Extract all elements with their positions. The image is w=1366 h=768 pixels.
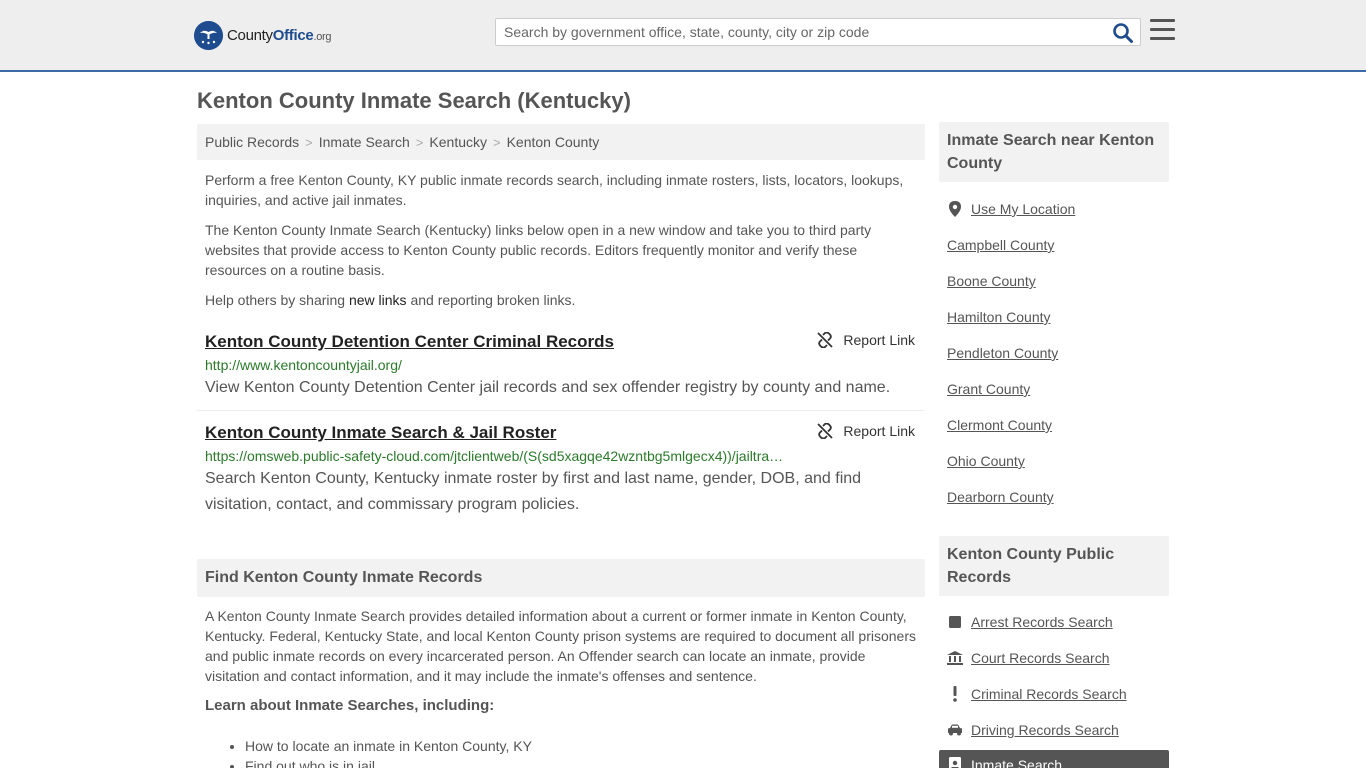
nearby-county-link[interactable]: Pendleton County bbox=[947, 345, 1058, 361]
record-item: Arrest Records Search bbox=[947, 614, 1113, 630]
nearby-county-item: Dearborn County bbox=[947, 489, 1054, 505]
use-location-link[interactable]: Use My Location bbox=[971, 201, 1075, 217]
resource-link-item: Kenton County Detention Center Criminal … bbox=[197, 328, 925, 410]
logo-wordmark: CountyOffice.org bbox=[227, 26, 332, 44]
nearby-county-link[interactable]: Hamilton County bbox=[947, 309, 1051, 325]
nearby-county-link[interactable]: Campbell County bbox=[947, 237, 1054, 253]
find-records-body: A Kenton County Inmate Search provides d… bbox=[205, 608, 916, 684]
breadcrumb-kenton-county[interactable]: Kenton County bbox=[507, 134, 600, 150]
nearby-heading: Inmate Search near Kenton County bbox=[939, 122, 1169, 182]
breadcrumb-separator-icon: > bbox=[415, 134, 424, 150]
record-item: Court Records Search bbox=[947, 650, 1110, 666]
nearby-county-item: Grant County bbox=[947, 381, 1030, 397]
nearby-county-item: Clermont County bbox=[947, 417, 1052, 433]
logo-county: County bbox=[227, 26, 273, 44]
resource-link-url: https://omsweb.public-safety-cloud.com/j… bbox=[205, 448, 785, 464]
page-title: Kenton County Inmate Search (Kentucky) bbox=[197, 88, 631, 113]
list-item: How to locate an inmate in Kenton County… bbox=[245, 736, 532, 756]
breadcrumb-separator-icon: > bbox=[305, 134, 313, 150]
driving-records-link[interactable]: Driving Records Search bbox=[971, 722, 1119, 738]
intro-paragraph: Perform a free Kenton County, KY public … bbox=[205, 172, 904, 208]
resource-link-item: Kenton County Inmate Search & Jail Roste… bbox=[197, 419, 925, 519]
resource-link-title[interactable]: Kenton County Inmate Search & Jail Roste… bbox=[205, 423, 556, 443]
logo-org: .org bbox=[313, 30, 332, 43]
public-records-heading: Kenton County Public Records bbox=[939, 536, 1169, 596]
nearby-county-item: Campbell County bbox=[947, 237, 1054, 253]
broken-link-icon bbox=[817, 423, 834, 439]
breadcrumb-public-records[interactable]: Public Records bbox=[205, 134, 299, 150]
site-header: CountyOffice.org bbox=[0, 0, 1366, 72]
find-records-heading: Find Kenton County Inmate Records bbox=[197, 559, 925, 597]
nearby-county-link[interactable]: Boone County bbox=[947, 273, 1036, 289]
nearby-county-link[interactable]: Ohio County bbox=[947, 453, 1025, 469]
resource-link-title[interactable]: Kenton County Detention Center Criminal … bbox=[205, 332, 614, 352]
report-link-label: Report Link bbox=[843, 332, 915, 348]
search-input[interactable] bbox=[496, 19, 1106, 45]
hamburger-menu-icon[interactable] bbox=[1150, 19, 1176, 43]
nearby-county-item: Pendleton County bbox=[947, 345, 1058, 361]
search-icon[interactable] bbox=[1112, 22, 1134, 44]
broken-link-icon bbox=[817, 332, 834, 348]
breadcrumb-kentucky[interactable]: Kentucky bbox=[429, 134, 487, 150]
search-box bbox=[495, 18, 1141, 46]
map-pin-icon bbox=[947, 201, 963, 217]
square-icon bbox=[947, 614, 963, 630]
report-link-button[interactable]: Report Link bbox=[817, 332, 915, 348]
site-logo[interactable]: CountyOffice.org bbox=[194, 20, 332, 50]
exclamation-icon bbox=[947, 686, 963, 702]
breadcrumb: Public Records > Inmate Search > Kentuck… bbox=[197, 124, 925, 160]
list-item: Find out who is in jail bbox=[245, 756, 532, 768]
breadcrumb-inmate-search[interactable]: Inmate Search bbox=[319, 134, 410, 150]
report-link-button[interactable]: Report Link bbox=[817, 423, 915, 439]
sidebar-item-inmate-search-active[interactable]: Inmate Search bbox=[939, 750, 1169, 768]
record-item: Driving Records Search bbox=[947, 722, 1119, 738]
share-text-end: and reporting broken links. bbox=[406, 292, 576, 308]
intro: Perform a free Kenton County, KY public … bbox=[197, 170, 925, 310]
logo-seal-icon bbox=[194, 20, 223, 50]
new-links-link[interactable]: new links bbox=[349, 292, 407, 308]
arrest-records-link[interactable]: Arrest Records Search bbox=[971, 614, 1113, 630]
resource-link-url: http://www.kentoncountyjail.org/ bbox=[205, 357, 402, 373]
intro-share-paragraph: Help others by sharing new links and rep… bbox=[197, 290, 925, 310]
courthouse-icon bbox=[947, 650, 963, 666]
learn-heading: Learn about Inmate Searches, including: bbox=[205, 697, 495, 714]
intro-paragraph: The Kenton County Inmate Search (Kentuck… bbox=[205, 222, 872, 278]
learn-list: How to locate an inmate in Kenton County… bbox=[245, 736, 532, 768]
resource-link-description: Search Kenton County, Kentucky inmate ro… bbox=[205, 470, 862, 513]
divider bbox=[197, 410, 925, 411]
report-link-label: Report Link bbox=[843, 423, 915, 439]
car-icon bbox=[947, 722, 963, 738]
main-content: Perform a free Kenton County, KY public … bbox=[197, 170, 925, 320]
nearby-county-link[interactable]: Grant County bbox=[947, 381, 1030, 397]
use-location-item: Use My Location bbox=[947, 201, 1075, 217]
breadcrumb-separator-icon: > bbox=[493, 134, 501, 150]
nearby-county-link[interactable]: Clermont County bbox=[947, 417, 1052, 433]
record-item: Criminal Records Search bbox=[947, 686, 1127, 702]
nearby-county-item: Boone County bbox=[947, 273, 1036, 289]
nearby-county-item: Ohio County bbox=[947, 453, 1025, 469]
sidebar-active-label: Inmate Search bbox=[971, 757, 1063, 768]
nearby-county-link[interactable]: Dearborn County bbox=[947, 489, 1054, 505]
criminal-records-link[interactable]: Criminal Records Search bbox=[971, 686, 1127, 702]
share-text: Help others by sharing bbox=[205, 292, 349, 308]
court-records-link[interactable]: Court Records Search bbox=[971, 650, 1110, 666]
nearby-county-item: Hamilton County bbox=[947, 309, 1051, 325]
resource-link-description: View Kenton County Detention Center jail… bbox=[205, 379, 891, 396]
logo-office: Office bbox=[272, 26, 314, 44]
id-card-icon bbox=[947, 757, 963, 768]
